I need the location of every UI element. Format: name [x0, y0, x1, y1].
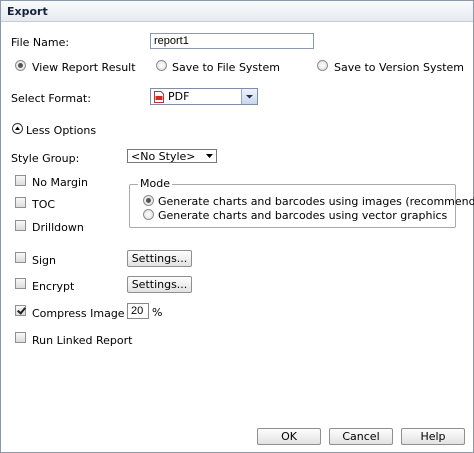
- toc-label: TOC: [32, 198, 56, 211]
- vector-mode-label: Generate charts and barcodes using vecto…: [158, 209, 448, 222]
- vector-mode-radio[interactable]: [143, 209, 154, 220]
- mode-legend: Mode: [138, 177, 172, 190]
- sign-checkbox[interactable]: [15, 252, 26, 263]
- save-version-system-label: Save to Version System: [334, 61, 465, 74]
- images-mode-label: Generate charts and barcodes using image…: [158, 195, 474, 208]
- select-format-label: Select Format:: [11, 92, 91, 105]
- encrypt-settings-button[interactable]: Settings...: [127, 276, 192, 293]
- no-margin-label: No Margin: [32, 176, 89, 189]
- save-version-system-radio[interactable]: [317, 60, 328, 71]
- save-file-system-label: Save to File System: [172, 61, 280, 74]
- encrypt-label: Encrypt: [32, 280, 75, 293]
- format-value: PDF: [168, 90, 190, 103]
- collapse-triangle-icon[interactable]: [12, 123, 23, 137]
- view-report-radio[interactable]: [15, 60, 26, 71]
- style-group-select[interactable]: <No Style>: [127, 149, 217, 163]
- help-button[interactable]: Help: [401, 428, 465, 445]
- run-linked-report-label: Run Linked Report: [32, 334, 133, 347]
- mode-group: Mode Generate charts and barcodes using …: [129, 177, 474, 228]
- cancel-button[interactable]: Cancel: [329, 428, 393, 445]
- drilldown-checkbox[interactable]: [15, 220, 26, 231]
- run-linked-report-checkbox[interactable]: [15, 332, 26, 343]
- sign-label: Sign: [32, 254, 56, 267]
- compress-unit-label: %: [152, 306, 163, 319]
- save-file-system-radio[interactable]: [156, 60, 167, 71]
- compress-image-label: Compress Image: [32, 307, 125, 320]
- sign-settings-button[interactable]: Settings...: [127, 250, 192, 267]
- chevron-down-icon[interactable]: [205, 150, 214, 165]
- style-group-value: <No Style>: [131, 150, 196, 163]
- dialog-title: Export: [7, 5, 48, 18]
- title-bar[interactable]: Export: [1, 1, 473, 22]
- compress-image-checkbox[interactable]: [15, 305, 26, 316]
- view-report-label: View Report Result: [32, 61, 136, 74]
- encrypt-checkbox[interactable]: [15, 278, 26, 289]
- file-name-input[interactable]: [150, 33, 314, 49]
- style-group-label: Style Group:: [11, 152, 80, 165]
- images-mode-radio[interactable]: [143, 195, 154, 206]
- format-select[interactable]: PDF: [150, 88, 258, 105]
- export-dialog: Export File Name: View Report Result Sav…: [0, 0, 474, 453]
- ok-button[interactable]: OK: [257, 428, 321, 445]
- compress-value-input[interactable]: [127, 303, 149, 319]
- toc-checkbox[interactable]: [15, 197, 26, 208]
- no-margin-checkbox[interactable]: [15, 175, 26, 186]
- less-options-label: Less Options: [26, 124, 97, 137]
- chevron-down-icon[interactable]: [241, 89, 257, 104]
- pdf-file-icon: [154, 91, 164, 106]
- file-name-label: File Name:: [11, 36, 70, 49]
- drilldown-label: Drilldown: [32, 221, 84, 234]
